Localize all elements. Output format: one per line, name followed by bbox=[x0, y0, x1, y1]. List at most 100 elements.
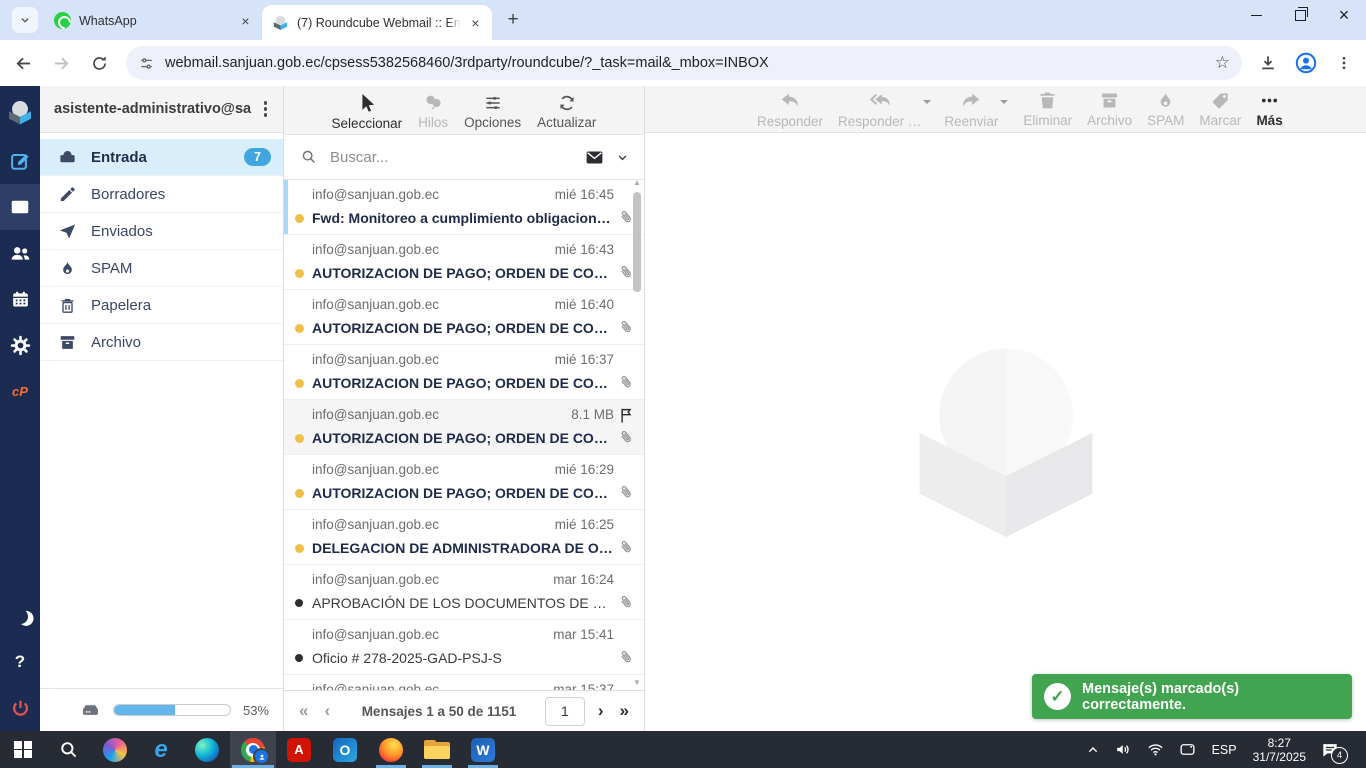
taskbar-chrome-button[interactable] bbox=[230, 731, 276, 768]
tab-whatsapp[interactable]: WhatsApp × bbox=[44, 4, 262, 37]
sidebar-item-contacts[interactable] bbox=[0, 230, 40, 276]
last-page-button[interactable]: » bbox=[617, 701, 632, 721]
message-row[interactable]: info@sanjuan.gob.ec mar 15:41 Oficio # 2… bbox=[284, 620, 644, 675]
sidebar-item-darkmode[interactable] bbox=[0, 593, 40, 639]
sidebar-item-compose[interactable] bbox=[0, 138, 40, 184]
first-page-button[interactable]: « bbox=[296, 701, 311, 721]
scroll-down-icon[interactable]: ▼ bbox=[633, 678, 641, 688]
tray-expand-button[interactable] bbox=[1082, 742, 1104, 758]
refresh-button[interactable]: Actualizar bbox=[537, 93, 596, 130]
mark-button[interactable]: Marcar bbox=[1199, 90, 1241, 128]
sidebar-item-calendar[interactable] bbox=[0, 276, 40, 322]
read-status-dot[interactable] bbox=[295, 599, 303, 607]
forward-button[interactable]: Reenviar bbox=[944, 90, 998, 129]
search-scope-mail-icon[interactable] bbox=[584, 147, 605, 168]
read-status-dot[interactable] bbox=[295, 214, 304, 223]
message-row[interactable]: info@sanjuan.gob.ec mié 16:45 Fwd: Monit… bbox=[284, 180, 644, 235]
read-status-dot[interactable] bbox=[295, 379, 304, 388]
account-menu-button[interactable] bbox=[258, 97, 274, 121]
reply-button[interactable]: Responder bbox=[757, 90, 823, 129]
prev-page-button[interactable]: ‹ bbox=[321, 701, 333, 721]
message-row[interactable]: info@sanjuan.gob.ec mié 16:37 AUTORIZACI… bbox=[284, 345, 644, 400]
taskbar-copilot-button[interactable] bbox=[92, 731, 138, 768]
message-row[interactable]: info@sanjuan.gob.ec mié 16:43 AUTORIZACI… bbox=[284, 235, 644, 290]
scroll-up-icon[interactable]: ▲ bbox=[633, 178, 641, 188]
taskbar-explorer-button[interactable] bbox=[414, 731, 460, 768]
sidebar-item-help[interactable]: ? bbox=[0, 639, 40, 685]
volume-button[interactable] bbox=[1111, 740, 1136, 759]
tab-close-button[interactable]: × bbox=[237, 12, 254, 29]
message-row[interactable]: info@sanjuan.gob.ec mié 16:25 DELEGACION… bbox=[284, 510, 644, 565]
message-row[interactable]: info@sanjuan.gob.ec mar 15:37 bbox=[284, 675, 644, 690]
browser-menu-button[interactable] bbox=[1328, 47, 1360, 79]
folder-item-enviados[interactable]: Enviados bbox=[40, 213, 283, 250]
options-button[interactable]: Opciones bbox=[464, 93, 521, 130]
bookmark-star-icon[interactable]: ☆ bbox=[1215, 53, 1230, 73]
search-input[interactable] bbox=[328, 148, 574, 167]
delete-button[interactable]: Eliminar bbox=[1023, 90, 1072, 128]
downloads-button[interactable] bbox=[1252, 47, 1284, 79]
dropdown-caret-icon[interactable] bbox=[923, 100, 931, 108]
folder-item-spam[interactable]: SPAM bbox=[40, 250, 283, 287]
taskbar-search-button[interactable] bbox=[46, 731, 92, 768]
message-row[interactable]: info@sanjuan.gob.ec mié 16:40 AUTORIZACI… bbox=[284, 290, 644, 345]
reload-button[interactable] bbox=[84, 48, 114, 78]
sidebar-item-logout[interactable] bbox=[0, 685, 40, 731]
dropdown-caret-icon[interactable] bbox=[1000, 100, 1008, 108]
start-button[interactable] bbox=[0, 731, 46, 768]
folder-label: Borradores bbox=[91, 186, 165, 203]
gear-icon bbox=[10, 335, 31, 356]
tab-roundcube[interactable]: (7) Roundcube Webmail :: Entra × bbox=[262, 5, 492, 40]
scrollbar-thumb[interactable] bbox=[633, 192, 641, 292]
window-close-button[interactable]: × bbox=[1322, 0, 1366, 30]
folder-item-papelera[interactable]: Papelera bbox=[40, 287, 283, 324]
sidebar-item-mail[interactable] bbox=[0, 184, 40, 230]
tab-search-button[interactable] bbox=[12, 7, 38, 33]
message-row[interactable]: info@sanjuan.gob.ec mié 16:29 AUTORIZACI… bbox=[284, 455, 644, 510]
profile-button[interactable] bbox=[1290, 47, 1322, 79]
taskbar-ie-button[interactable]: e bbox=[138, 731, 184, 768]
sidebar-item-cpanel[interactable]: cP bbox=[0, 368, 40, 414]
window-restore-button[interactable] bbox=[1278, 0, 1322, 30]
tab-close-button[interactable]: × bbox=[467, 14, 484, 31]
threads-button[interactable]: Hilos bbox=[418, 92, 448, 130]
tray-device-button[interactable] bbox=[1175, 740, 1200, 759]
reply-all-button[interactable]: Responder … bbox=[838, 90, 921, 129]
select-button[interactable]: Seleccionar bbox=[332, 92, 403, 131]
language-indicator[interactable]: ESP bbox=[1207, 743, 1242, 757]
more-button[interactable]: Más bbox=[1256, 90, 1282, 128]
folder-item-archivo[interactable]: Archivo bbox=[40, 324, 283, 361]
read-status-dot[interactable] bbox=[295, 489, 304, 498]
back-button[interactable] bbox=[8, 48, 38, 78]
taskbar-word-button[interactable]: W bbox=[460, 731, 506, 768]
taskbar-outlook-button[interactable]: O bbox=[322, 731, 368, 768]
list-scrollbar[interactable]: ▲ ▼ bbox=[631, 176, 643, 690]
network-button[interactable] bbox=[1143, 740, 1168, 759]
message-row[interactable]: info@sanjuan.gob.ec 8.1 MB AUTORIZACION … bbox=[284, 400, 644, 455]
message-row[interactable]: info@sanjuan.gob.ec mar 16:24 APROBACIÓN… bbox=[284, 565, 644, 620]
taskbar-edge-button[interactable] bbox=[184, 731, 230, 768]
read-status-dot[interactable] bbox=[295, 324, 304, 333]
forward-button[interactable] bbox=[46, 48, 76, 78]
folder-item-borradores[interactable]: Borradores bbox=[40, 176, 283, 213]
search-icon bbox=[300, 148, 318, 166]
window-minimize-button[interactable] bbox=[1234, 0, 1278, 30]
compose-icon bbox=[9, 150, 31, 172]
read-status-dot[interactable] bbox=[295, 269, 304, 278]
search-options-chevron-icon[interactable] bbox=[615, 150, 630, 165]
archive-button[interactable]: Archivo bbox=[1087, 90, 1132, 128]
folder-item-entrada[interactable]: Entrada 7 bbox=[40, 139, 283, 176]
next-page-button[interactable]: › bbox=[595, 701, 607, 721]
spam-button[interactable]: SPAM bbox=[1147, 90, 1184, 128]
new-tab-button[interactable]: + bbox=[500, 7, 526, 33]
address-bar[interactable]: webmail.sanjuan.gob.ec/cpsess5382568460/… bbox=[126, 46, 1242, 80]
taskbar-clock[interactable]: 8:27 31/7/2025 bbox=[1249, 736, 1310, 764]
notification-center-button[interactable]: 4 bbox=[1317, 740, 1348, 760]
taskbar-acrobat-button[interactable]: A bbox=[276, 731, 322, 768]
read-status-dot[interactable] bbox=[295, 544, 304, 553]
read-status-dot[interactable] bbox=[295, 434, 304, 443]
taskbar-firefox-button[interactable] bbox=[368, 731, 414, 768]
sidebar-item-settings[interactable] bbox=[0, 322, 40, 368]
read-status-dot[interactable] bbox=[295, 654, 303, 662]
page-number-input[interactable] bbox=[545, 697, 585, 726]
